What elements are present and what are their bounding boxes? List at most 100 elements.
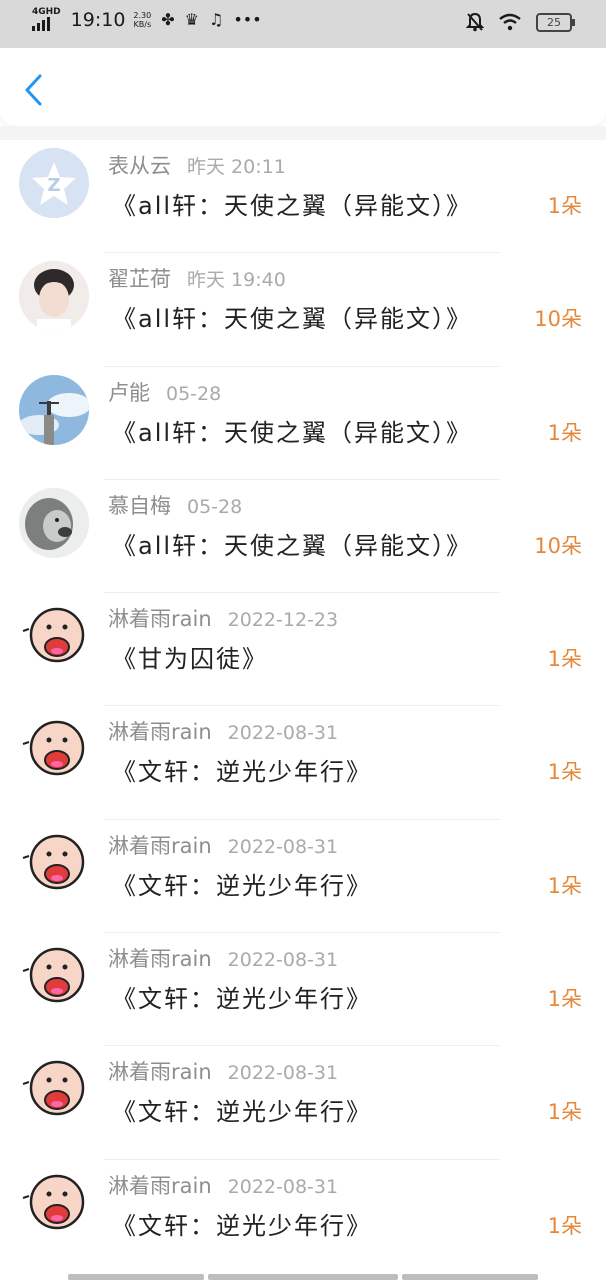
work-title: 《all轩：天使之翼（异能文）》 — [112, 418, 473, 447]
gift-record-list: Z 表从云 昨天 20:11 《all轩：天使之翼（异能文）》 1朵 翟芷荷 昨天 … — [0, 140, 606, 1273]
header-gap — [0, 126, 606, 140]
tab-indicator — [208, 1274, 398, 1280]
avatar[interactable] — [19, 487, 89, 558]
sender-line: 淋着雨rain 2022-08-31 — [108, 716, 338, 746]
sender-name: 淋着雨rain — [108, 607, 212, 632]
work-title: 《甘为囚徒》 — [112, 645, 268, 674]
cartoon-face-icon — [19, 601, 89, 672]
chevron-left-icon — [25, 74, 42, 106]
list-item[interactable]: 淋着雨rain 2022-08-31 《文轩：逆光少年行》 1朵 — [0, 933, 606, 1047]
list-item[interactable]: 淋着雨rain 2022-12-23 《甘为囚徒》 1朵 — [0, 593, 606, 707]
list-item[interactable]: 翟芷荷 昨天 19:40 《all轩：天使之翼（异能文）》 10朵 — [0, 253, 606, 367]
send-date: 2022-08-31 — [227, 835, 339, 858]
avatar[interactable] — [19, 941, 89, 1012]
list-item[interactable]: 淋着雨rain 2022-08-31 《文轩：逆光少年行》 1朵 — [0, 1159, 606, 1273]
avatar[interactable] — [19, 374, 89, 445]
battery-icon: 25 — [536, 12, 575, 32]
avatar[interactable] — [19, 827, 89, 898]
crown-icon: ♛ — [184, 10, 199, 29]
work-title: 《文轩：逆光少年行》 — [112, 1211, 372, 1240]
list-item[interactable]: 淋着雨rain 2022-08-31 《文轩：逆光少年行》 1朵 — [0, 1046, 606, 1160]
svg-text:Z: Z — [47, 175, 60, 196]
sender-line: 淋着雨rain 2022-08-31 — [108, 830, 338, 860]
flower-count: 10朵 — [534, 533, 582, 558]
flower-count: 1朵 — [547, 873, 582, 898]
sender-name: 淋着雨rain — [108, 947, 212, 972]
flower-count: 1朵 — [547, 1100, 582, 1125]
sender-line: 淋着雨rain 2022-08-31 — [108, 943, 338, 973]
avatar[interactable] — [19, 601, 89, 672]
mute-bell-icon — [466, 12, 484, 32]
sender-name: 淋着雨rain — [108, 1173, 212, 1198]
sender-name: 淋着雨rain — [108, 1060, 212, 1085]
send-date: 2022-08-31 — [227, 1062, 339, 1085]
work-title: 《all轩：天使之翼（异能文）》 — [112, 531, 473, 560]
battery-level: 25 — [547, 15, 561, 29]
avatar[interactable]: Z — [19, 148, 89, 218]
clock: 19:10 — [70, 8, 126, 31]
sender-line: 卢能 05-28 — [108, 377, 221, 407]
cartoon-face-icon — [19, 827, 89, 898]
sender-name: 慕自梅 — [108, 493, 171, 518]
send-date: 昨天 20:11 — [187, 156, 286, 178]
sender-line: 淋着雨rain 2022-08-31 — [108, 1170, 338, 1200]
work-title: 《文轩：逆光少年行》 — [112, 985, 372, 1014]
network-type: 4GHD — [32, 7, 61, 17]
sender-name: 淋着雨rain — [108, 833, 212, 858]
sender-line: 慕自梅 05-28 — [108, 490, 242, 520]
send-date: 2022-12-23 — [227, 609, 339, 632]
avatar[interactable] — [19, 714, 89, 785]
sender-name: 表从云 — [108, 154, 171, 178]
wifi-icon — [499, 13, 521, 31]
status-bar: 4GHD 19:10 2.30 KB/s ✤ ♛ ♫ ••• 25 — [0, 0, 606, 48]
fan-icon: ✤ — [161, 10, 175, 29]
list-item[interactable]: 淋着雨rain 2022-08-31 《文轩：逆光少年行》 1朵 — [0, 706, 606, 820]
sender-line: 翟芷荷 昨天 19:40 — [108, 263, 286, 293]
flower-count: 10朵 — [534, 307, 582, 332]
network-speed-unit: KB/s — [133, 19, 152, 29]
nav-bar — [0, 48, 606, 126]
network-speed: 2.30 KB/s — [133, 11, 151, 29]
flower-count: 1朵 — [547, 647, 582, 672]
cartoon-face-icon — [19, 941, 89, 1012]
qzone-star-icon: Z — [19, 148, 89, 218]
status-right: 25 — [466, 12, 575, 32]
tab-indicator — [68, 1274, 204, 1280]
lion-icon — [19, 487, 89, 558]
work-title: 《all轩：天使之翼（异能文）》 — [112, 305, 473, 334]
work-title: 《all轩：天使之翼（异能文）》 — [112, 192, 473, 220]
sky-statue-icon — [19, 374, 89, 445]
avatar[interactable] — [19, 1167, 89, 1238]
back-button[interactable] — [16, 70, 52, 110]
flower-count: 1朵 — [547, 194, 582, 218]
sender-name: 淋着雨rain — [108, 720, 212, 745]
network-speed-value: 2.30 — [133, 10, 152, 20]
list-item[interactable]: 卢能 05-28 《all轩：天使之翼（异能文）》 1朵 — [0, 366, 606, 480]
avatar[interactable] — [19, 1054, 89, 1125]
cartoon-face-icon — [19, 1167, 89, 1238]
flower-count: 1朵 — [547, 420, 582, 445]
sender-line: 表从云 昨天 20:11 — [108, 150, 286, 180]
music-icon: ♫ — [208, 10, 224, 29]
list-item[interactable]: 慕自梅 05-28 《all轩：天使之翼（异能文）》 10朵 — [0, 479, 606, 594]
flower-count: 1朵 — [547, 987, 582, 1012]
avatar[interactable] — [19, 261, 89, 332]
list-item[interactable]: 淋着雨rain 2022-08-31 《文轩：逆光少年行》 1朵 — [0, 819, 606, 934]
cartoon-face-icon — [19, 714, 89, 785]
status-left: 4GHD 19:10 2.30 KB/s ✤ ♛ ♫ ••• — [32, 8, 262, 31]
person-photo-icon — [19, 261, 89, 332]
send-date: 05-28 — [187, 495, 243, 518]
work-title: 《文轩：逆光少年行》 — [112, 871, 372, 900]
send-date: 05-28 — [166, 382, 222, 405]
sender-line: 淋着雨rain 2022-12-23 — [108, 603, 338, 633]
list-item[interactable]: Z 表从云 昨天 20:11 《all轩：天使之翼（异能文）》 1朵 — [0, 140, 606, 254]
bottom-edge — [0, 1270, 606, 1280]
work-title: 《文轩：逆光少年行》 — [112, 758, 372, 787]
flower-count: 1朵 — [547, 760, 582, 785]
more-notifications-icon: ••• — [233, 10, 262, 29]
sender-name: 翟芷荷 — [108, 267, 171, 292]
send-date: 2022-08-31 — [227, 1175, 339, 1198]
sender-name: 卢能 — [108, 380, 150, 405]
signal-icon — [32, 17, 61, 31]
network-indicator: 4GHD — [32, 8, 61, 31]
